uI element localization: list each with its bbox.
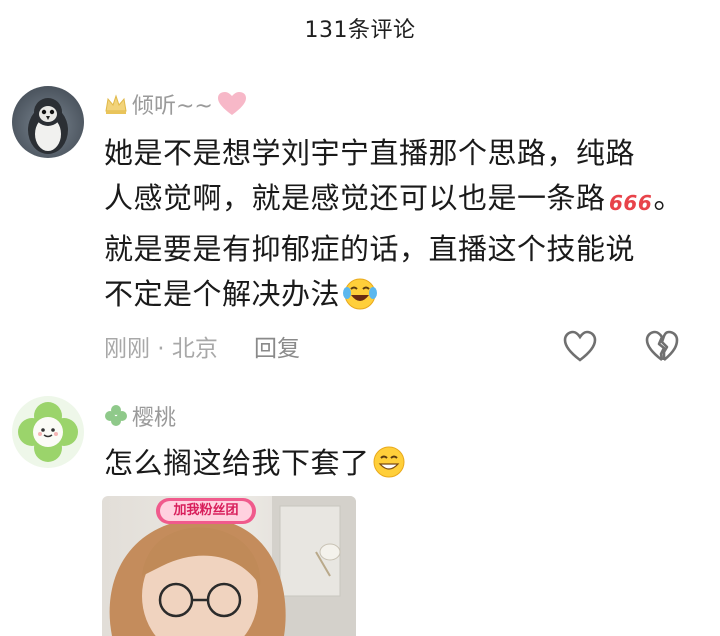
dislike-broken-heart-icon[interactable] [644, 330, 680, 364]
username-text: 樱桃 [132, 406, 177, 431]
avatar-penguin[interactable] [12, 86, 84, 158]
laughing-crying-emoji-icon [342, 276, 378, 323]
comment-1-meta: 刚刚 · 北京 回复 [104, 329, 300, 363]
avatar-green-flower[interactable] [12, 396, 84, 468]
crown-icon [105, 94, 127, 114]
grin-emoji-icon [372, 445, 406, 492]
comment-count-title: 131条评论 [304, 18, 416, 43]
pink-heart-icon [217, 92, 246, 115]
like-heart-icon[interactable] [562, 330, 598, 364]
flower-avatar-image [18, 402, 78, 462]
penguin-avatar-image [28, 98, 68, 154]
comment-line: 她是不是想学刘宇宁直播那个思路，纯路 [104, 136, 636, 170]
username-text: 倾听~~ [132, 94, 213, 119]
photo-badge-text: 加我粉丝团 [173, 503, 239, 518]
comment-line: 人感觉啊，就是感觉还可以也是一条路 666 。 [104, 176, 694, 227]
reply-button[interactable]: 回复 [254, 329, 300, 363]
comment-1-text: 她是不是想学刘宇宁直播那个思路，纯路 人感觉啊，就是感觉还可以也是一条路 666… [104, 131, 694, 323]
comment-time-location: 刚刚 · 北京 [104, 336, 218, 362]
comment-line: 怎么搁这给我下套了 [104, 441, 694, 492]
svg-text:666: 666 [609, 191, 652, 214]
clover-icon [105, 405, 127, 426]
comment-2-username[interactable]: 樱桃 [104, 400, 176, 432]
comment-line: 就是要是有抑郁症的话，直播这个技能说 [104, 232, 636, 266]
666-emoji-icon: 666 [608, 182, 654, 227]
comment-line: 不定是个解决办法 [104, 272, 694, 323]
comments-header: 131条评论 [0, 0, 720, 56]
comment-1-username[interactable]: 倾听~~ [104, 88, 247, 120]
comment-2-text: 怎么搁这给我下套了 [104, 441, 694, 492]
comment-2-photo[interactable]: 加我粉丝团 [102, 496, 356, 636]
